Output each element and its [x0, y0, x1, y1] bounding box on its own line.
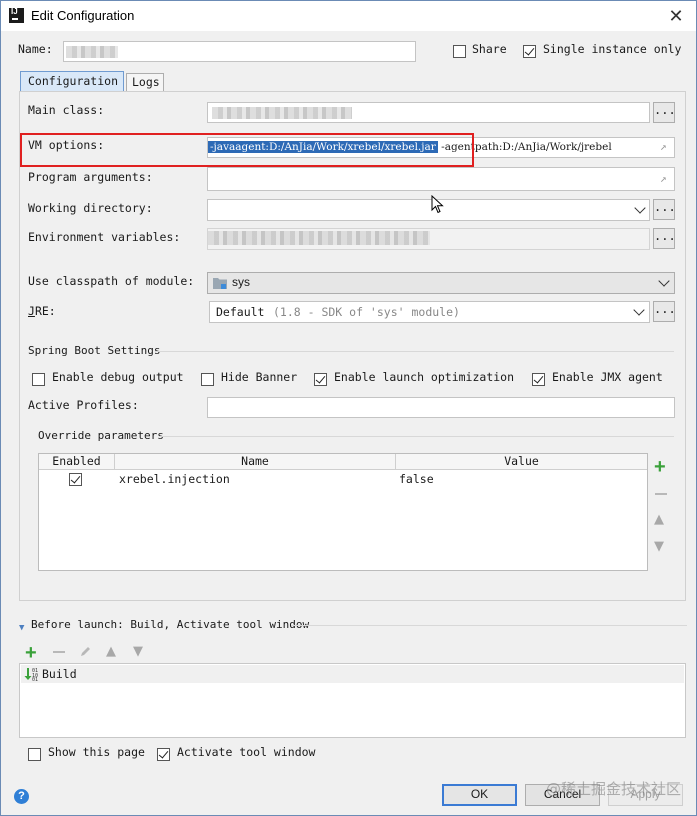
- enable-jmx-agent-label: Enable JMX agent: [552, 370, 663, 384]
- name-input[interactable]: [63, 41, 416, 62]
- close-button[interactable]: ✕: [661, 5, 691, 27]
- environment-variables-label: Environment variables:: [28, 230, 181, 244]
- working-directory-combo[interactable]: [207, 199, 650, 221]
- single-instance-checkbox[interactable]: [523, 45, 536, 58]
- main-class-label: Main class:: [28, 103, 105, 117]
- row-enabled-checkbox[interactable]: [69, 473, 82, 486]
- jre-label: JRE:: [28, 304, 56, 318]
- enable-launch-optimization-label: Enable launch optimization: [334, 370, 515, 384]
- remove-parameter-icon[interactable]: [655, 493, 667, 495]
- move-up-icon[interactable]: ▲: [654, 513, 664, 526]
- share-label: Share: [472, 42, 507, 56]
- edit-configuration-dialog: Edit Configuration ✕ Name: Share Single …: [0, 0, 697, 816]
- main-class-browse-button[interactable]: ...: [653, 102, 676, 123]
- jre-browse-button[interactable]: ...: [653, 301, 676, 322]
- redacted-name: [66, 46, 118, 58]
- row-value: false: [399, 472, 434, 486]
- ok-button[interactable]: OK: [442, 784, 517, 806]
- column-header-value[interactable]: Value: [396, 454, 647, 470]
- build-icon: 01 10 01: [24, 668, 38, 681]
- spring-boot-section-title: Spring Boot Settings: [28, 344, 161, 357]
- working-directory-label: Working directory:: [28, 201, 153, 215]
- add-parameter-icon[interactable]: +: [654, 457, 666, 477]
- jre-hint: (1.8 - SDK of 'sys' module): [273, 305, 460, 319]
- table-row[interactable]: xrebel.injection false: [39, 471, 647, 489]
- activate-tool-window-label: Activate tool window: [177, 745, 316, 759]
- classpath-module-label: Use classpath of module:: [28, 274, 195, 288]
- add-task-icon[interactable]: +: [25, 643, 37, 663]
- program-arguments-label: Program arguments:: [28, 170, 153, 184]
- module-folder-icon: [213, 278, 227, 289]
- classpath-module-select[interactable]: sys: [207, 272, 675, 294]
- chevron-down-icon: [634, 202, 646, 214]
- before-launch-list[interactable]: 01 10 01 Build: [19, 663, 686, 738]
- working-directory-browse-button[interactable]: ...: [653, 199, 676, 220]
- mouse-cursor-icon: [431, 195, 444, 214]
- classpath-module-value: sys: [232, 275, 250, 289]
- tab-logs[interactable]: Logs: [126, 73, 164, 91]
- share-checkbox[interactable]: [453, 45, 466, 58]
- enable-jmx-agent-checkbox[interactable]: [532, 373, 545, 386]
- move-down-icon[interactable]: ▼: [654, 540, 664, 553]
- svg-text:01: 01: [32, 677, 38, 681]
- column-header-enabled[interactable]: Enabled: [39, 454, 115, 470]
- row-name: xrebel.injection: [119, 472, 230, 486]
- active-profiles-input[interactable]: [207, 397, 675, 418]
- spring-boot-separator: [155, 351, 674, 352]
- title-bar: Edit Configuration ✕: [1, 1, 696, 31]
- environment-variables-browse-button[interactable]: ...: [653, 228, 676, 249]
- show-this-page-checkbox[interactable]: [28, 748, 41, 761]
- vm-options-expand-icon[interactable]: [660, 141, 671, 152]
- enable-launch-optimization-checkbox[interactable]: [314, 373, 327, 386]
- build-item-label: Build: [42, 667, 77, 681]
- show-this-page-label: Show this page: [48, 745, 145, 759]
- edit-task-icon[interactable]: [79, 645, 92, 658]
- override-parameters-title: Override parameters: [38, 429, 164, 442]
- single-instance-label: Single instance only: [543, 42, 682, 56]
- list-item[interactable]: 01 10 01 Build: [21, 665, 684, 683]
- override-parameters-table[interactable]: Enabled Name Value xrebel.injection fals…: [38, 453, 648, 571]
- tab-configuration[interactable]: Configuration: [20, 71, 124, 91]
- jre-value: Default: [216, 305, 265, 319]
- vm-options-annotation-box: [20, 133, 474, 167]
- name-label: Name:: [18, 42, 53, 56]
- before-launch-title: Before launch: Build, Activate tool wind…: [31, 618, 310, 631]
- remove-task-icon[interactable]: [53, 651, 65, 653]
- move-task-up-icon[interactable]: ▲: [106, 645, 116, 658]
- hide-banner-label: Hide Banner: [221, 370, 298, 384]
- help-icon[interactable]: ?: [14, 789, 29, 804]
- before-launch-separator: [291, 625, 687, 626]
- program-arguments-input[interactable]: [207, 167, 675, 191]
- watermark-text: @稀土掘金技术社区: [546, 780, 682, 798]
- collapse-triangle-icon[interactable]: ▼: [19, 623, 24, 633]
- redacted-main-class: [212, 107, 352, 119]
- main-class-input[interactable]: [207, 102, 650, 123]
- override-separator: [159, 436, 674, 437]
- intellij-app-icon: [9, 7, 24, 23]
- chevron-down-icon: [633, 304, 645, 316]
- active-profiles-label: Active Profiles:: [28, 398, 139, 412]
- enable-debug-output-checkbox[interactable]: [32, 373, 45, 386]
- enable-debug-output-label: Enable debug output: [52, 370, 184, 384]
- environment-variables-input[interactable]: [207, 228, 650, 250]
- activate-tool-window-checkbox[interactable]: [157, 748, 170, 761]
- program-arguments-expand-icon[interactable]: [660, 173, 671, 184]
- jre-combo[interactable]: Default (1.8 - SDK of 'sys' module): [209, 301, 650, 323]
- column-header-name[interactable]: Name: [115, 454, 396, 470]
- redacted-environment-variables: [208, 231, 430, 245]
- move-task-down-icon[interactable]: ▼: [133, 645, 143, 658]
- window-title: Edit Configuration: [31, 8, 135, 23]
- hide-banner-checkbox[interactable]: [201, 373, 214, 386]
- chevron-down-icon: [658, 275, 670, 287]
